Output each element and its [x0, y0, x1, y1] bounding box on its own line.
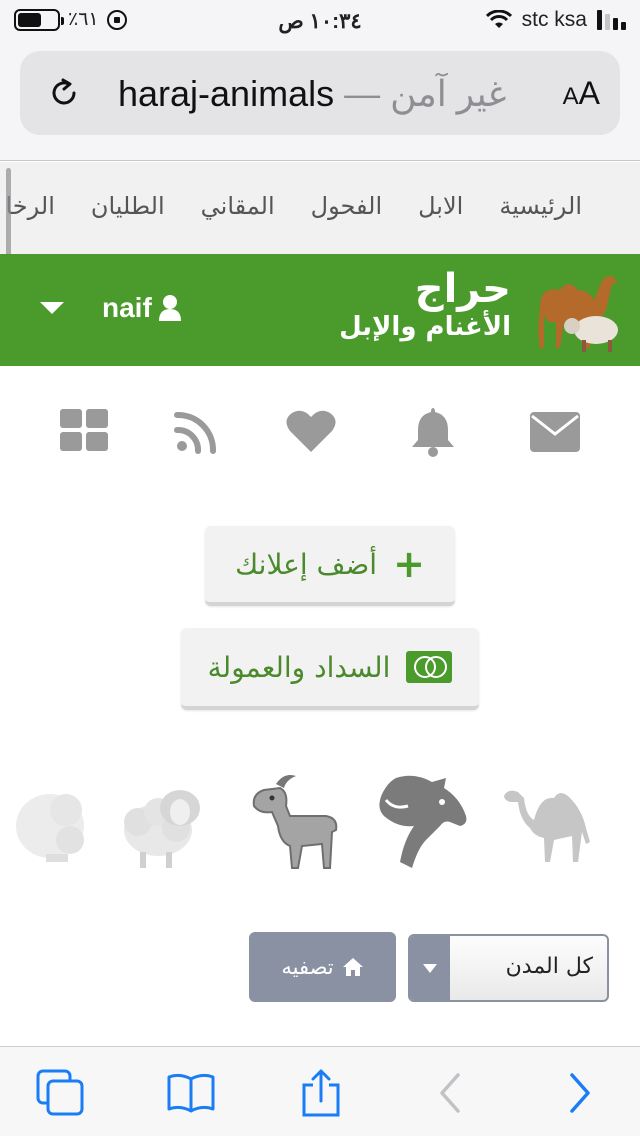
city-select-value: كل المدن — [505, 954, 593, 979]
signal-icon — [597, 10, 626, 30]
address-bar[interactable]: haraj-animals غير آمن — AA — [20, 51, 620, 135]
user-icon — [158, 295, 181, 321]
username[interactable]: naif — [102, 292, 152, 324]
chevron-down-icon[interactable] — [40, 302, 64, 314]
logo-subtitle: الأغنام والإبل — [339, 312, 511, 342]
nav-item-more[interactable]: الرخا — [5, 192, 54, 220]
url-host: haraj-animals — [118, 73, 335, 114]
user-menu[interactable]: naif — [40, 292, 182, 324]
filter-button[interactable]: تصفيه — [249, 932, 396, 1002]
category-nav: الرئيسية الابل الفحول المقاني الطليان ال… — [0, 162, 640, 254]
chevron-down-icon[interactable] — [410, 936, 450, 1000]
sheep-2-icon[interactable] — [0, 770, 86, 870]
camel-sheep-logo-icon — [538, 276, 618, 352]
city-select[interactable]: كل المدن — [408, 934, 609, 1002]
nav-item-camels[interactable]: الابل — [418, 192, 463, 220]
quick-icons — [0, 404, 640, 460]
add-ad-label: أضف إعلانك — [235, 547, 378, 581]
mastercard-icon — [406, 651, 453, 683]
payment-commission-button[interactable]: السداد والعمولة — [181, 628, 479, 710]
not-secure-label: غير آمن — — [344, 73, 507, 114]
browser-toolbar — [0, 1046, 640, 1136]
status-right: stc ksa — [485, 8, 626, 32]
reload-icon[interactable] — [48, 77, 80, 109]
forward-icon[interactable] — [556, 1069, 606, 1117]
wifi-icon — [485, 10, 512, 28]
filter-button-label: تصفيه — [281, 955, 334, 979]
site-header: naif حراج الأغنام والإبل — [0, 254, 640, 366]
logo-title: حراج — [414, 266, 511, 312]
nav-item-home[interactable]: الرئيسية — [499, 192, 582, 220]
camel-icon[interactable] — [500, 770, 596, 870]
grid-icon[interactable] — [58, 404, 112, 458]
site-logo[interactable]: حراج الأغنام والإبل — [296, 264, 626, 356]
carrier-name: stc ksa — [521, 8, 587, 31]
back-icon[interactable] — [428, 1069, 478, 1117]
share-icon[interactable] — [296, 1069, 346, 1117]
tabs-icon[interactable] — [36, 1069, 86, 1117]
payment-label: السداد والعمولة — [207, 650, 391, 684]
bell-icon[interactable] — [406, 404, 460, 458]
nav-item-taliyan[interactable]: الطليان — [91, 192, 165, 220]
add-ad-button[interactable]: + أضف إعلانك — [205, 526, 455, 606]
text-size-button[interactable]: AA — [563, 75, 600, 112]
animal-categories — [0, 770, 640, 880]
status-bar: ٪٦١ ١٠:٣٤ ص stc ksa — [0, 0, 640, 44]
envelope-icon[interactable] — [528, 404, 582, 458]
browser-address-area: haraj-animals غير آمن — AA — [0, 44, 640, 161]
bookmarks-icon[interactable] — [166, 1069, 216, 1117]
nav-item-studs[interactable]: الفحول — [311, 192, 382, 220]
horse-icon[interactable] — [374, 770, 470, 870]
nav-item-maqani[interactable]: المقاني — [201, 192, 275, 220]
home-icon — [342, 958, 363, 976]
goat-icon[interactable] — [246, 770, 342, 870]
url-text[interactable]: haraj-animals غير آمن — — [118, 73, 528, 115]
sheep-icon[interactable] — [118, 770, 214, 870]
rss-icon[interactable] — [170, 404, 224, 458]
heart-icon[interactable] — [284, 404, 338, 458]
plus-icon: + — [393, 542, 425, 586]
